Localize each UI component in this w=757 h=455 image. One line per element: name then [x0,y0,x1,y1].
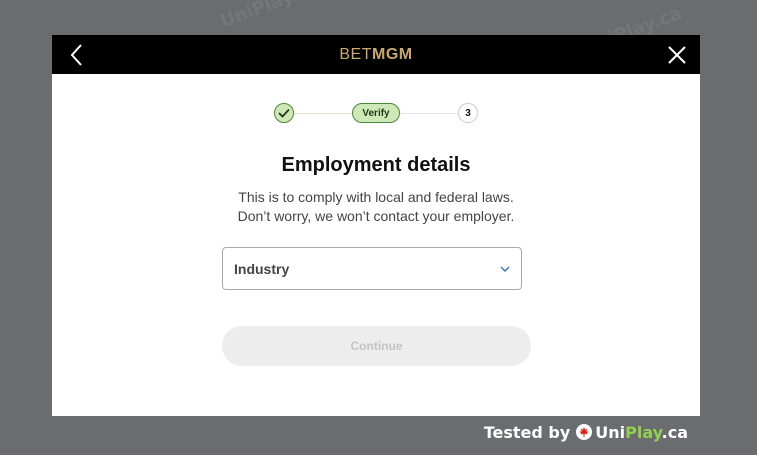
step-completed [274,103,294,123]
tested-by-badge: Tested by UniPlay.ca [484,422,688,442]
brand-uni: Uni [595,422,626,442]
betmgm-logo: BETMGM [52,46,700,64]
subtitle-line-1: This is to comply with local and federal… [238,189,514,205]
subtitle-line-2: Don’t worry, we won’t contact your emplo… [237,208,515,224]
progress-stepper: Verify 3 [52,102,700,126]
brand-play: Play [625,422,662,442]
continue-button[interactable]: Continue [222,326,531,366]
tested-by-label: Tested by [483,422,571,442]
page-subtitle: This is to comply with local and federal… [52,188,700,226]
background-watermark: UniPlay.ca [217,0,323,33]
maple-leaf-shape [579,427,589,437]
stepper-line-right [400,113,458,114]
signup-modal: BETMGM Verify 3 Employment details This … [52,35,700,416]
step-3: 3 [458,103,478,123]
brand-tld: .ca [661,422,688,442]
logo-suffix: MGM [372,46,413,63]
stepper-line-left [294,113,352,114]
maple-leaf-icon [576,424,593,440]
modal-header: BETMGM [52,35,700,74]
check-icon [278,108,290,118]
close-icon [668,46,686,64]
step-verify: Verify [352,103,400,123]
industry-select-label: Industry [234,261,290,277]
logo-prefix: BET [339,46,372,63]
chevron-down-icon [500,266,510,272]
industry-select[interactable]: Industry [222,247,522,290]
uniplay-logo: UniPlay.ca [576,423,688,442]
page-title: Employment details [281,154,471,176]
close-button[interactable] [666,44,688,66]
